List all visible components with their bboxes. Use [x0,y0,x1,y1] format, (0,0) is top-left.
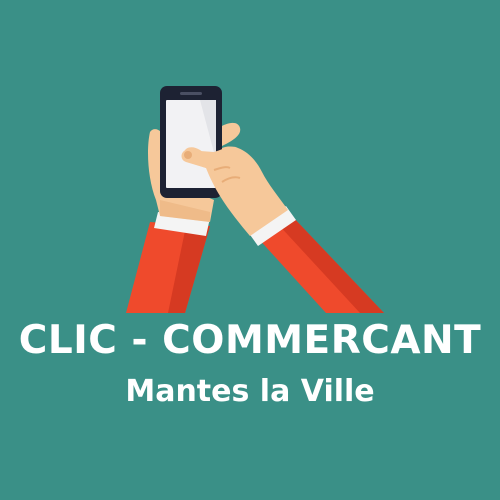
logo-canvas: CLIC - COMMERCANT Mantes la Ville [0,0,500,500]
left-sleeve [126,212,210,313]
brand-title: CLIC - COMMERCANT [18,318,482,363]
hands-holding-smartphone-icon [126,86,384,313]
brand-subtitle: Mantes la Ville [125,374,375,409]
